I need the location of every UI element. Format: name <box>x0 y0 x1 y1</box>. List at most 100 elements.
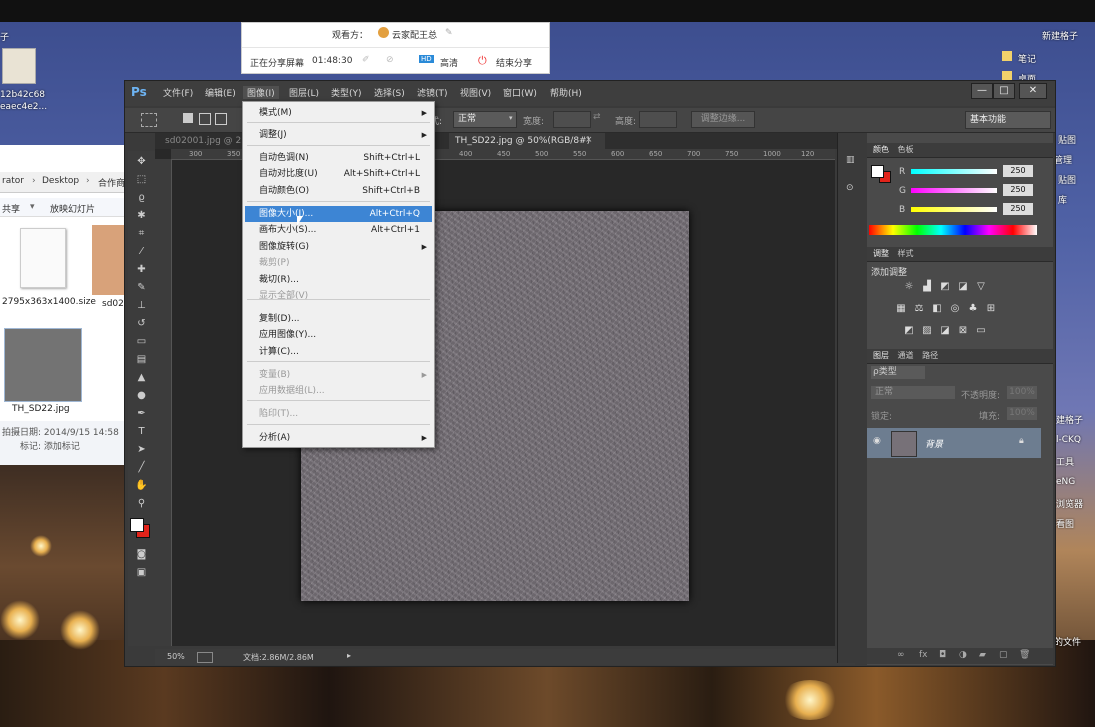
black-white-icon[interactable]: ◧ <box>931 303 943 315</box>
gradient-map-icon[interactable]: ▭ <box>975 325 987 337</box>
menu-item-11[interactable]: 复制(D)... <box>245 311 432 327</box>
breadcrumb-item[interactable]: rator <box>2 176 24 186</box>
move-tool-icon[interactable]: ✥ <box>134 155 150 169</box>
mask-icon[interactable]: ◘ <box>939 650 946 660</box>
tab-layers[interactable]: 图层 <box>873 351 889 360</box>
visibility-eye-icon[interactable]: ◉ <box>873 436 881 446</box>
curves-icon[interactable]: ◩ <box>939 281 951 293</box>
share-menu[interactable]: 共享 <box>2 202 20 215</box>
brush-tool-icon[interactable]: ✎ <box>134 281 150 295</box>
menu-item-17[interactable]: 分析(A) ▶ <box>245 430 432 446</box>
color-lookup-icon[interactable]: ⊞ <box>985 303 997 315</box>
swap-icon[interactable]: ⇄ <box>593 112 601 122</box>
red-slider[interactable] <box>911 169 997 174</box>
tab-channels[interactable]: 通道 <box>898 351 914 360</box>
desktop-icon-label[interactable]: 看图 <box>1056 517 1074 530</box>
file-icon[interactable] <box>20 228 66 288</box>
photo-filter-icon[interactable]: ◎ <box>949 303 961 315</box>
menu-item-12[interactable]: 应用图像(Y)... <box>245 327 432 343</box>
threshold-icon[interactable]: ◪ <box>939 325 951 337</box>
menu-item-15[interactable]: 应用数据组(L)... <box>245 383 432 399</box>
add-selection-icon[interactable] <box>199 113 211 125</box>
eraser-tool-icon[interactable]: ▭ <box>134 335 150 349</box>
menu-item-3[interactable]: 自动对比度(U) Alt+Shift+Ctrl+L <box>245 166 432 182</box>
hand-tool-icon[interactable]: ✋ <box>134 479 150 493</box>
menu-item-13[interactable]: 计算(C)... <box>245 344 432 360</box>
foreground-color-swatch[interactable] <box>130 518 144 532</box>
trash-icon[interactable]: 🗑︎ <box>1019 650 1030 660</box>
tag-label[interactable]: 标记: 添加标记 <box>20 439 80 452</box>
no-sound-icon[interactable]: ⊘ <box>386 55 394 65</box>
image-thumbnail[interactable] <box>4 328 82 402</box>
gradient-tool-icon[interactable]: ▤ <box>134 353 150 367</box>
menu-help[interactable]: 帮助(H) <box>550 86 582 99</box>
tab-adjustments[interactable]: 调整 <box>873 249 889 258</box>
blur-tool-icon[interactable]: ▲ <box>134 371 150 385</box>
dodge-tool-icon[interactable]: ● <box>134 389 150 403</box>
tab-swatches[interactable]: 色板 <box>898 145 914 154</box>
zoom-tool-icon[interactable]: ⚲ <box>134 497 150 511</box>
menu-select[interactable]: 选择(S) <box>374 86 405 99</box>
style-select[interactable]: 正常 <box>453 111 517 128</box>
menu-item-5[interactable]: 图像大小(I)... Alt+Ctrl+Q <box>245 206 432 222</box>
layer-name[interactable]: 背景 <box>925 437 943 450</box>
red-value[interactable]: 250 <box>1003 165 1033 177</box>
zoom-level[interactable]: 50% <box>167 652 185 661</box>
width-input[interactable] <box>553 111 591 128</box>
menu-window[interactable]: 窗口(W) <box>503 86 537 99</box>
address-bar[interactable]: rator › Desktop › 合作商 <box>0 172 128 193</box>
exposure-icon[interactable]: ◪ <box>957 281 969 293</box>
desktop-icon-label[interactable]: 工具 <box>1056 455 1074 468</box>
file-name[interactable]: TH_SD22.jpg <box>12 404 70 414</box>
group-icon[interactable]: ▰ <box>979 650 986 660</box>
edit-icon[interactable]: ✎ <box>445 28 453 38</box>
menu-item-16[interactable]: 陷印(T)... <box>245 406 432 422</box>
menu-image[interactable]: 图像(I) <box>243 86 279 99</box>
menu-edit[interactable]: 编辑(E) <box>205 86 236 99</box>
menu-item-10[interactable]: 显示全部(V) <box>245 288 432 304</box>
close-button[interactable]: ✕ <box>1019 83 1047 99</box>
export-icon[interactable] <box>197 652 213 663</box>
file-name[interactable]: sd02 <box>102 299 124 309</box>
tab-color[interactable]: 颜色 <box>873 145 889 154</box>
eyedropper-tool-icon[interactable]: ⁄ <box>134 245 150 259</box>
healing-tool-icon[interactable]: ✚ <box>134 263 150 277</box>
desktop-icon-label[interactable]: eNG <box>1056 477 1075 487</box>
new-selection-icon[interactable] <box>183 113 193 123</box>
breadcrumb-item[interactable]: Desktop <box>42 176 79 186</box>
refine-edge-button[interactable]: 调整边缘... <box>691 111 755 128</box>
end-share-button[interactable]: 结束分享 <box>496 56 532 69</box>
link-icon[interactable]: ∞ <box>897 650 905 660</box>
fx-icon[interactable]: fx <box>919 650 928 660</box>
quick-select-tool-icon[interactable]: ✱ <box>134 209 150 223</box>
menu-item-7[interactable]: 图像旋转(G) ▶ <box>245 239 432 255</box>
tab-styles[interactable]: 样式 <box>898 249 914 258</box>
desktop-icon-label[interactable]: 库 <box>1058 193 1067 206</box>
height-input[interactable] <box>639 111 677 128</box>
posterize-icon[interactable]: ▨ <box>921 325 933 337</box>
properties-icon[interactable]: ⊙ <box>846 183 854 193</box>
slideshow-button[interactable]: 放映幻灯片 <box>50 202 95 215</box>
desktop-icon-label[interactable]: 浏览器 <box>1056 497 1083 510</box>
green-slider[interactable] <box>911 188 997 193</box>
maximize-button[interactable]: □ <box>993 83 1015 99</box>
levels-icon[interactable]: ▟ <box>921 281 933 293</box>
history-icon[interactable]: ▥ <box>846 155 855 165</box>
selective-color-icon[interactable]: ⊠ <box>957 325 969 337</box>
line-tool-icon[interactable]: ╱ <box>134 461 150 475</box>
quick-mask-icon[interactable]: ◙ <box>134 548 150 562</box>
minimize-button[interactable]: — <box>971 83 993 99</box>
workspace-select[interactable]: 基本功能 <box>965 111 1051 129</box>
color-swatches[interactable] <box>128 514 155 544</box>
desktop-icon-label[interactable]: l-CKQ <box>1056 435 1081 445</box>
menu-item-6[interactable]: 画布大小(S)... Alt+Ctrl+1 <box>245 222 432 238</box>
screen-mode-icon[interactable]: ▣ <box>134 566 150 580</box>
desktop-icon-label[interactable]: 建格子 <box>1056 413 1083 426</box>
layer-row[interactable]: ◉ 背景 🔒︎ <box>867 428 1041 458</box>
chevron-right-icon[interactable]: ▸ <box>347 651 351 660</box>
color-spectrum[interactable] <box>869 225 1037 235</box>
menu-item-14[interactable]: 变量(B) ▶ <box>245 367 432 383</box>
menu-item-0[interactable]: 模式(M) ▶ <box>245 105 432 121</box>
menu-layer[interactable]: 图层(L) <box>289 86 319 99</box>
channel-mixer-icon[interactable]: ♣ <box>967 303 979 315</box>
